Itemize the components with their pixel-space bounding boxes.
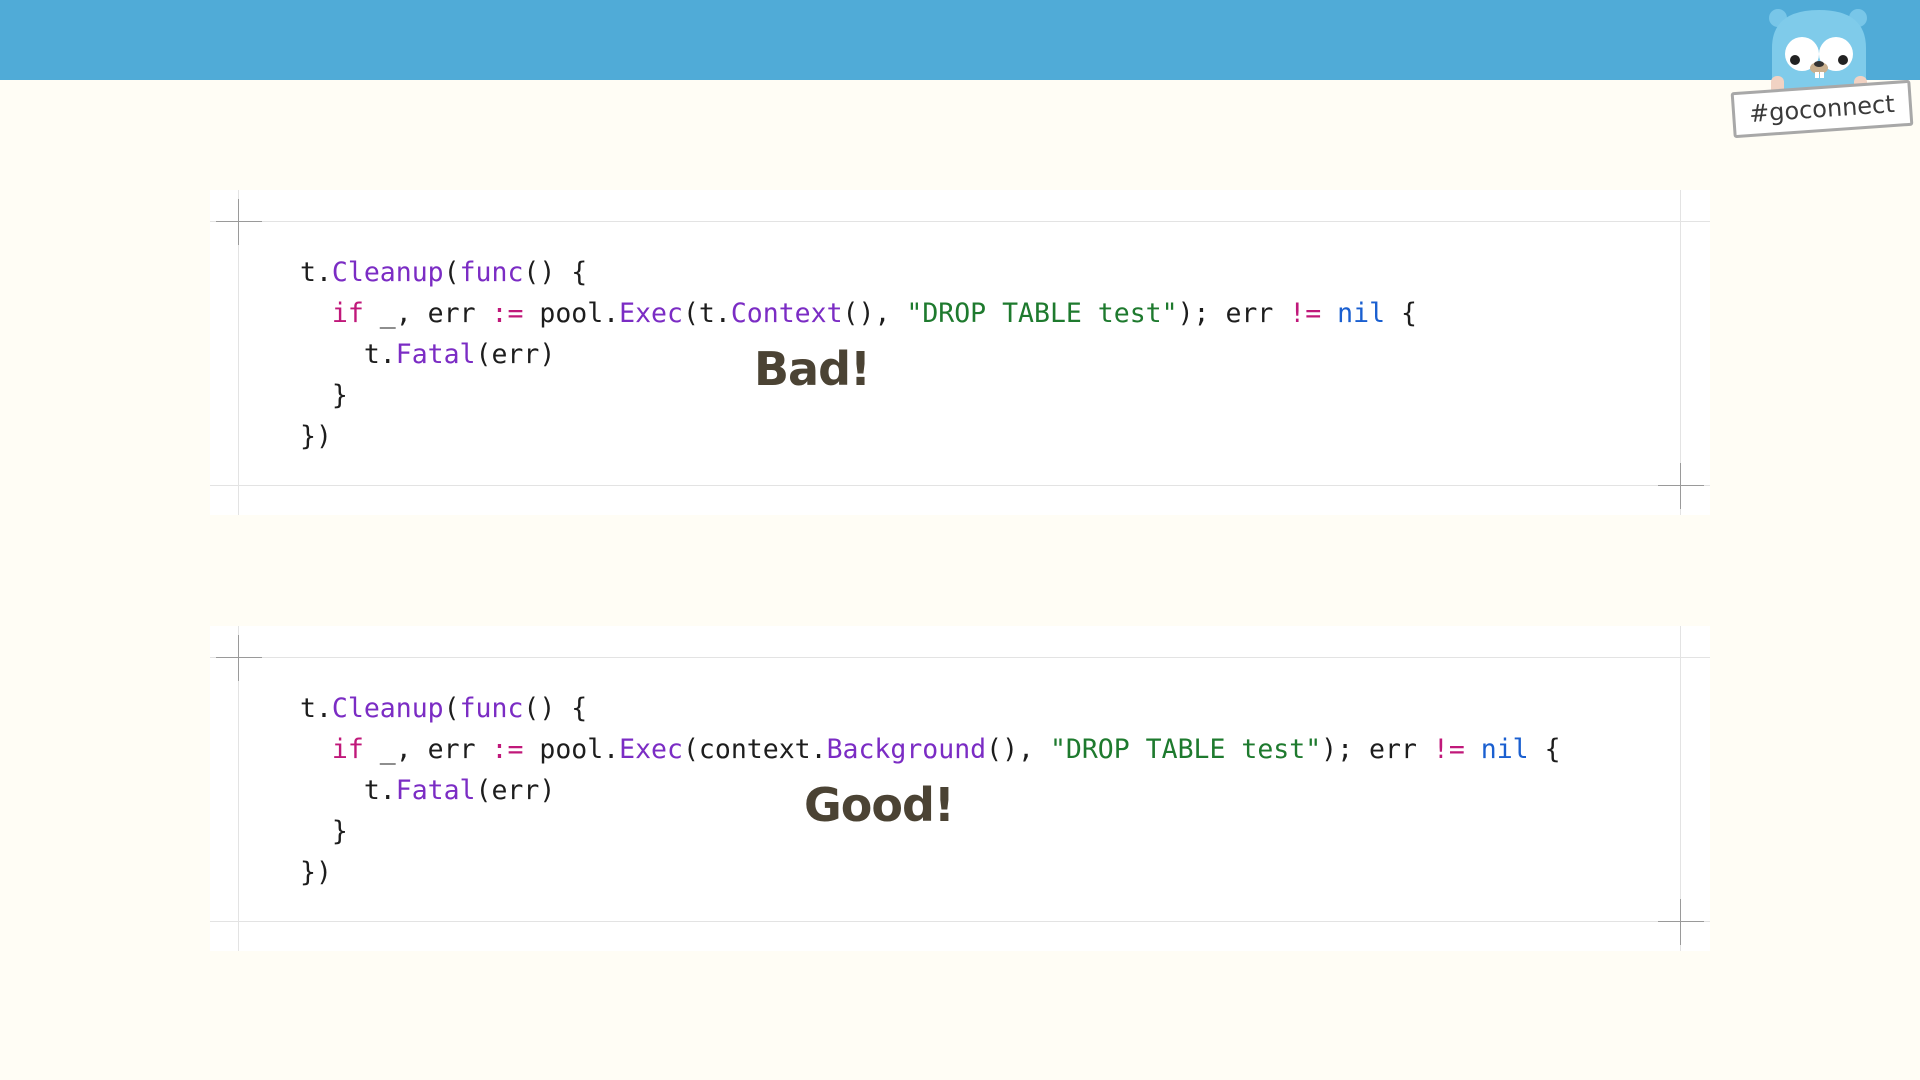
code-line: if _, err := pool.Exec(context.Backgroun… <box>300 729 1561 770</box>
code-token: nil <box>1480 734 1529 765</box>
code-token: { <box>1385 298 1417 329</box>
code-token: t. <box>300 775 396 806</box>
header-bar <box>0 0 1920 80</box>
code-token: t. <box>300 693 332 724</box>
verdict-label-good: Good! <box>804 778 955 832</box>
code-token: ( <box>443 257 460 288</box>
conference-badge: #goconnect <box>1720 0 1920 140</box>
guide-line <box>210 657 1710 658</box>
code-token: nil <box>1337 298 1386 329</box>
crop-mark-icon <box>1658 899 1704 945</box>
code-token: != <box>1432 734 1465 765</box>
code-token: Background <box>826 734 987 765</box>
code-token: (), <box>986 734 1050 765</box>
crop-mark-icon <box>216 635 262 681</box>
code-token: Exec <box>619 298 683 329</box>
code-token: }) <box>300 421 332 452</box>
code-token: if <box>331 298 364 329</box>
code-line: }) <box>300 852 1561 893</box>
code-token: t. <box>300 339 396 370</box>
code-token: }) <box>300 857 332 888</box>
crop-mark-icon <box>1658 463 1704 509</box>
code-token: Fatal <box>395 775 476 806</box>
code-token: () { <box>523 257 588 288</box>
code-token: ); err <box>1321 734 1433 765</box>
code-token: } <box>300 380 348 411</box>
code-token: func <box>459 257 524 288</box>
code-token: } <box>300 816 348 847</box>
code-token: Context <box>730 298 843 329</box>
code-token: := <box>491 298 524 329</box>
code-token: _, err <box>363 298 492 329</box>
code-token: := <box>491 734 524 765</box>
code-token: ); err <box>1177 298 1290 329</box>
code-token: pool. <box>523 734 620 765</box>
code-line: t.Cleanup(func() { <box>300 252 1417 293</box>
code-token: Exec <box>619 734 683 765</box>
code-token: "DROP TABLE test" <box>1049 734 1322 765</box>
code-token: "DROP TABLE test" <box>906 298 1178 329</box>
code-line: t.Cleanup(func() { <box>300 688 1561 729</box>
code-token: Fatal <box>395 339 476 370</box>
code-token: (err) <box>475 339 556 370</box>
code-token: func <box>459 693 524 724</box>
crop-mark-icon <box>216 199 262 245</box>
code-token: (t. <box>682 298 731 329</box>
code-token: != <box>1289 298 1322 329</box>
code-token: (err) <box>475 775 556 806</box>
code-token: ( <box>443 693 460 724</box>
guide-line <box>210 485 1710 486</box>
code-token: _, err <box>363 734 492 765</box>
code-line: if _, err := pool.Exec(t.Context(), "DRO… <box>300 293 1417 334</box>
code-token: () { <box>523 693 588 724</box>
code-token: { <box>1528 734 1561 765</box>
code-token: if <box>331 734 364 765</box>
code-token: (), <box>842 298 907 329</box>
code-token: t. <box>300 257 332 288</box>
code-line: }) <box>300 416 1417 457</box>
verdict-label-bad: Bad! <box>754 342 871 396</box>
code-token: (context. <box>682 734 827 765</box>
code-token: pool. <box>523 298 620 329</box>
code-card-good: t.Cleanup(func() { if _, err := pool.Exe… <box>210 626 1710 951</box>
code-token: Cleanup <box>331 693 444 724</box>
guide-line <box>210 921 1710 922</box>
guide-line <box>210 221 1710 222</box>
code-card-bad: t.Cleanup(func() { if _, err := pool.Exe… <box>210 190 1710 515</box>
code-token: Cleanup <box>331 257 444 288</box>
hashtag-sign: #goconnect <box>1730 79 1914 139</box>
